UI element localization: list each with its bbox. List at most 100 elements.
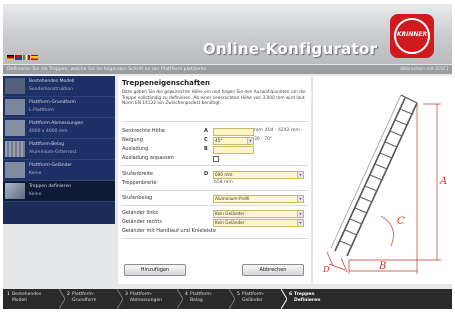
rail-right-select[interactable]: Kein Geländer ▾ (213, 219, 304, 227)
platform-cover-thumbnail-icon (5, 141, 25, 157)
divider (122, 190, 308, 191)
step-subtitle: Belag (190, 298, 203, 303)
height-unit: mm (254, 128, 263, 133)
step-number: 5 (237, 292, 240, 297)
height-input[interactable] (213, 128, 254, 136)
language-flags[interactable] (7, 54, 39, 61)
step-width-value: 600 mm (215, 172, 233, 177)
step-title: Plattform- (242, 292, 265, 297)
rail-note: Geländer mit Handlauf und Knieleiste (122, 228, 216, 234)
label-a: A (439, 176, 447, 187)
step-1[interactable]: 1 Bestehendes Modell (7, 291, 67, 307)
sidebar-item-platform-dimensions[interactable]: Plattform-Abmessungen 4000 x 4000 mm (3, 118, 115, 139)
step-5[interactable]: 5 Plattform- Geländer (237, 291, 287, 307)
dimension-lines (326, 103, 441, 274)
sidebar-item-title: Treppen definieren (29, 184, 72, 189)
cancel-button[interactable]: Abbrechen (242, 264, 304, 276)
step-cover-label: Stufenbelag (122, 195, 153, 201)
height-key: A (204, 128, 208, 134)
sidebar-item-value: Sonderkonstruktion (29, 87, 74, 92)
step-width-label: Stufenbreite (122, 171, 153, 177)
step-title: Plattform- (72, 292, 95, 297)
step-number: 2 (67, 292, 70, 297)
step-title: Bestehendes (12, 292, 42, 297)
adjust-projection-label: Ausladung anpassen (122, 155, 174, 161)
label-b: B (378, 261, 386, 272)
step-3[interactable]: 3 Plattform- Abmessungen (125, 291, 185, 307)
step-width-key: D (204, 171, 209, 177)
header: Online-Konfigurator KRINNER (3, 4, 452, 64)
step-subtitle: Grundform (72, 298, 97, 303)
incline-select[interactable]: 45° ▾ (213, 137, 254, 145)
sidebar-item-title: Plattform-Grundform (29, 100, 76, 105)
platform-dimensions-thumbnail-icon (5, 120, 25, 136)
chevron-down-icon[interactable]: ▾ (297, 172, 303, 178)
chevron-down-icon[interactable]: ▾ (297, 211, 303, 217)
sidebar-item-define-stairs[interactable]: Treppen definieren Keine (3, 181, 115, 202)
projection-label: Ausladung (122, 146, 149, 152)
escape-hint[interactable]: Abbrechen mit [ESC] (400, 65, 448, 74)
divider (122, 205, 308, 206)
rail-right-value: Kein Geländer (215, 220, 245, 225)
panel-title: Treppeneigenschaften (122, 79, 210, 87)
rail-left-select[interactable]: Kein Geländer ▾ (213, 210, 304, 218)
platform-shape-thumbnail-icon (5, 99, 25, 115)
projection-key: B (204, 146, 208, 152)
chevron-down-icon[interactable]: ▾ (297, 220, 303, 226)
step-separator-icon (177, 289, 183, 309)
step-subtitle: Abmessungen (130, 298, 162, 303)
step-title: Plattform- (130, 292, 153, 297)
divider (122, 238, 308, 239)
step-number: 3 (125, 292, 128, 297)
height-label: Senkrechte Höhe (122, 128, 165, 134)
stair-stringer-left (334, 97, 406, 252)
chevron-down-icon[interactable]: ▾ (297, 196, 303, 202)
step-title: Plattform- (190, 292, 213, 297)
step-number: 1 (7, 292, 10, 297)
railing-thumbnail-icon (5, 162, 25, 178)
sidebar-item-platform-cover[interactable]: Plattform-Belag Aluminium-Gitterrost (3, 139, 115, 160)
instruction-bar: Definieren Sie die Treppen, welche Sie i… (3, 65, 452, 74)
sidebar-item-value: Keine (29, 171, 42, 176)
stair-drawing-svg: A B C D (322, 94, 447, 274)
step-width-select[interactable]: 600 mm ▾ (213, 171, 304, 179)
label-d: D (322, 265, 330, 274)
step-4[interactable]: 4 Plattform- Belag (185, 291, 235, 307)
step-separator-icon (59, 289, 65, 309)
stair-drawing: A B C D (313, 76, 452, 284)
adjust-projection-checkbox[interactable] (213, 156, 219, 162)
sidebar-item-title: Plattform-Abmessungen (29, 121, 84, 126)
incline-key: C (204, 137, 208, 143)
sidebar-item-value: Keine (29, 192, 42, 197)
projection-input[interactable] (213, 146, 254, 154)
step-separator-icon (117, 289, 123, 309)
divider (122, 165, 308, 166)
app-window: Online-Konfigurator KRINNER Definieren S… (3, 4, 452, 309)
step-subtitle: Definieren (294, 298, 321, 303)
step-subtitle: Geländer (242, 298, 263, 303)
rail-left-label: Geländer links (122, 210, 158, 216)
add-button[interactable]: Hinzufügen (124, 264, 186, 276)
incline-value: 45° (215, 138, 223, 143)
stair-width-value: 658 mm (214, 180, 233, 185)
flag-it-icon[interactable] (23, 55, 30, 60)
flag-en-icon[interactable] (15, 55, 22, 60)
step-subtitle: Modell (12, 298, 27, 303)
incline-label: Neigung (122, 137, 143, 143)
sidebar-item-existing-model[interactable]: Bestehendes Modell Sonderkonstruktion (3, 76, 115, 97)
step-cover-select[interactable]: Aluminium-Profil ▾ (213, 195, 304, 203)
stair-properties-panel: Treppeneigenschaften Bitte geben Sie die… (118, 76, 311, 284)
step-number: 6 (289, 292, 293, 297)
sidebar-item-platform-shape[interactable]: Plattform-Grundform L-Plattform (3, 97, 115, 118)
step-cover-value: Aluminium-Profil (215, 196, 250, 201)
height-range: 404 - 4242 mm (265, 128, 300, 133)
step-title: Treppen (294, 292, 315, 297)
flag-es-icon[interactable] (31, 55, 38, 60)
sidebar-item-platform-railing[interactable]: Plattform-Geländer Keine (3, 160, 115, 181)
incline-range: 30 - 70° (254, 137, 273, 142)
step-6[interactable]: 6 Treppen Definieren (289, 291, 339, 307)
flag-de-icon[interactable] (7, 55, 14, 60)
chevron-down-icon[interactable]: ▾ (247, 138, 253, 144)
stair-width-label: Treppenbreite (122, 180, 157, 186)
logo-text: KRINNER (396, 31, 428, 38)
